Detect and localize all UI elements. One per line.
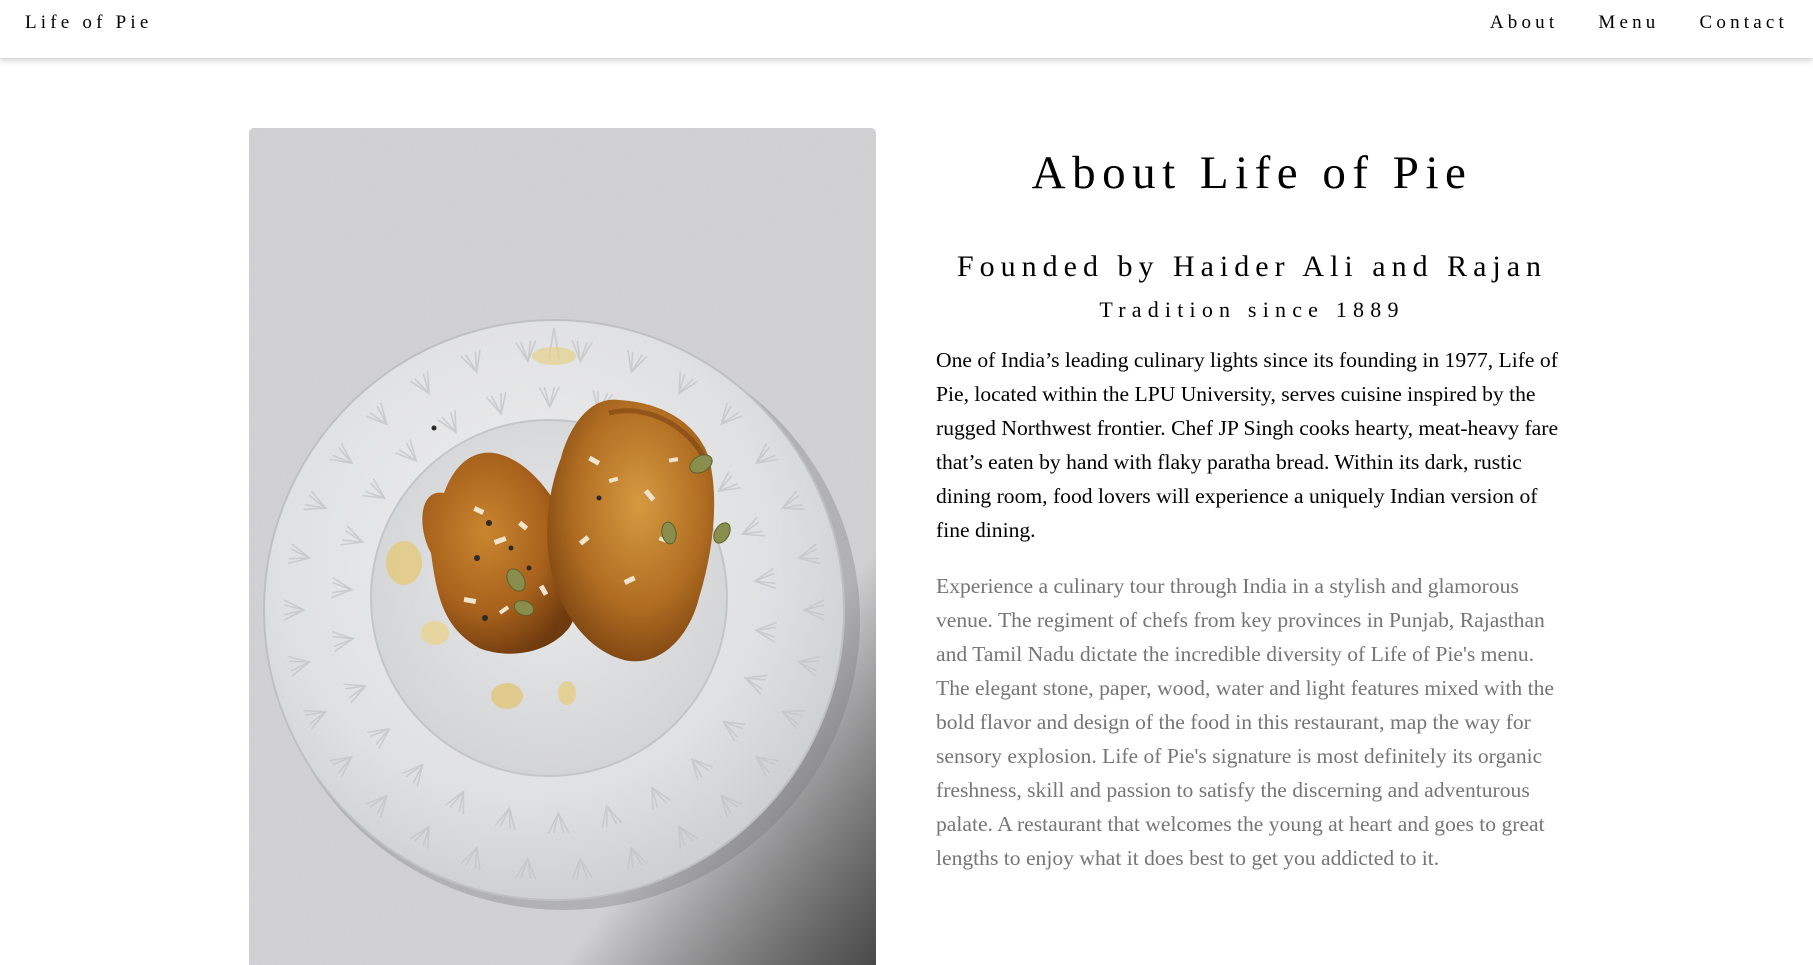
nav-link-menu[interactable]: Menu	[1598, 12, 1659, 34]
main-nav: About Menu Contact	[1490, 12, 1788, 34]
top-navigation-bar: Life of Pie About Menu Contact	[0, 0, 1813, 58]
brand-logo-text[interactable]: Life of Pie	[25, 12, 152, 34]
tradition-tagline: Tradition since 1889	[1099, 296, 1405, 322]
founders-subtitle: Founded by Haider Ali and Rajan	[956, 249, 1548, 283]
about-paragraph-experience: Experience a culinary tour through India…	[936, 574, 1554, 871]
nav-link-contact[interactable]: Contact	[1700, 12, 1789, 34]
food-photo	[249, 128, 876, 965]
about-title: About Life of Pie	[1031, 147, 1473, 199]
nav-link-about[interactable]: About	[1490, 12, 1559, 34]
about-section: About Life of Pie Founded by Haider Ali …	[936, 128, 1568, 875]
about-paragraph-intro: One of India’s leading culinary lights s…	[936, 348, 1559, 543]
